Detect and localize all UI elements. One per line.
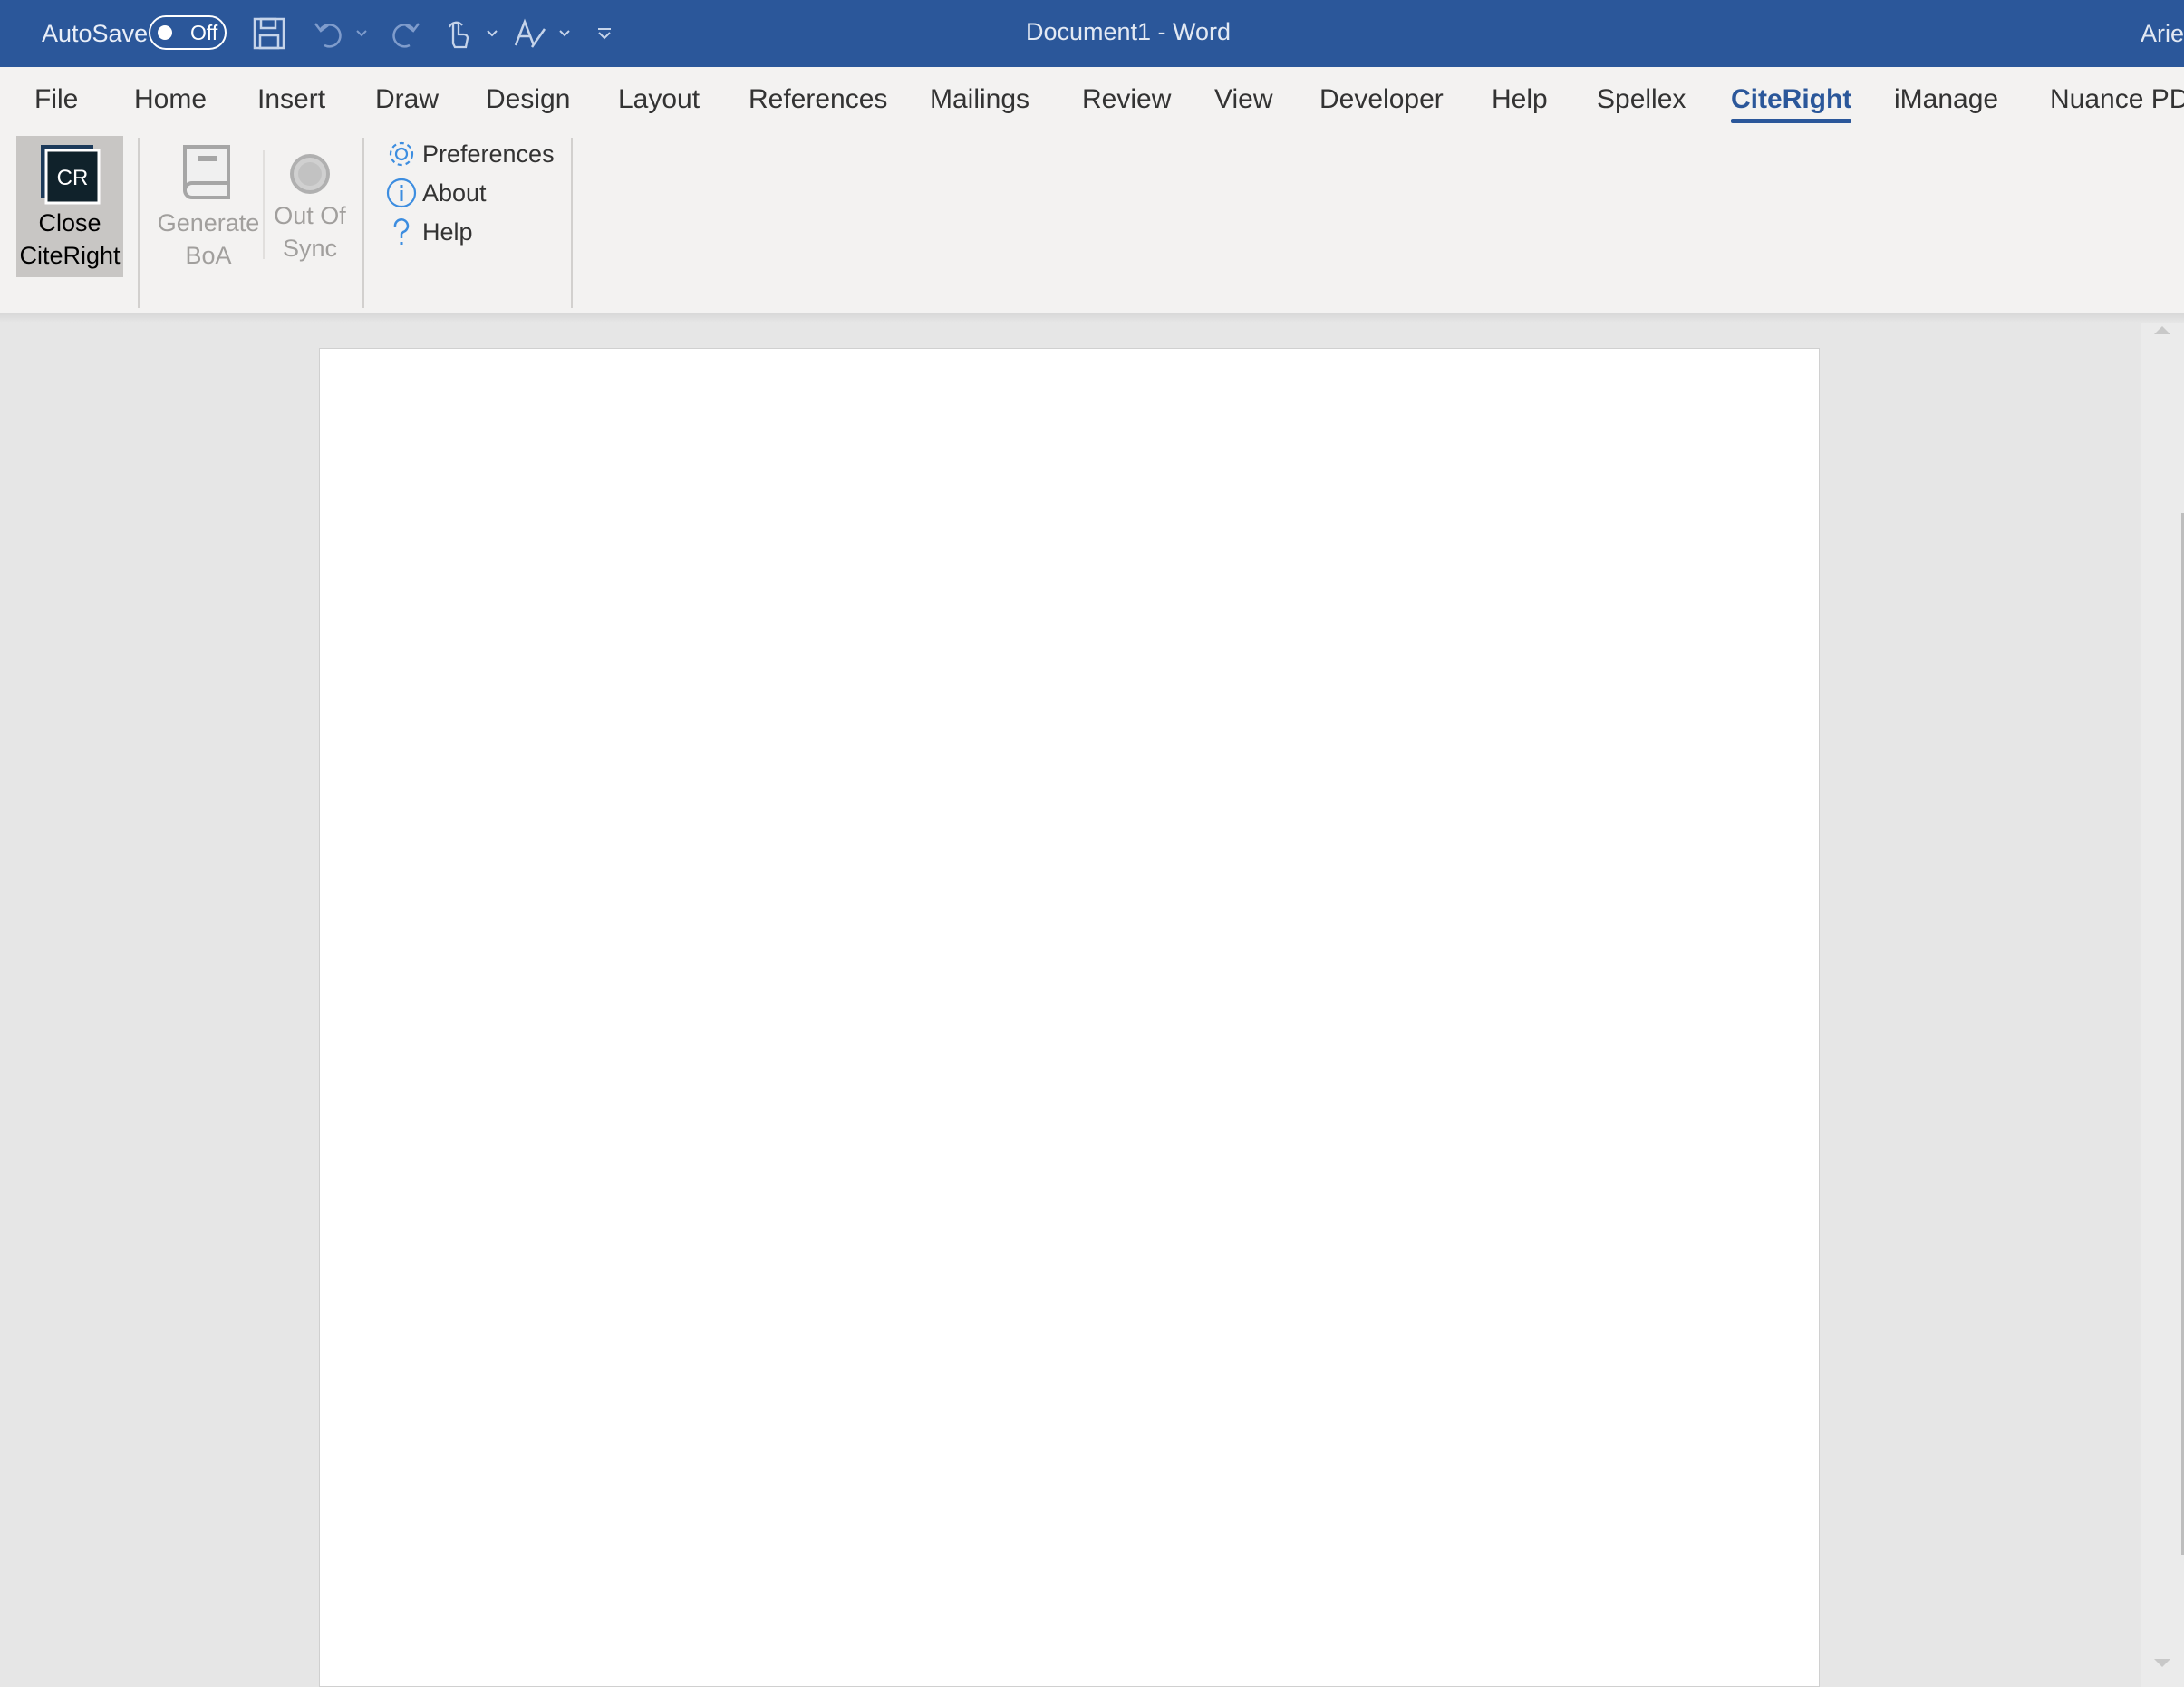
sync-status-icon bbox=[290, 154, 330, 194]
tab-review[interactable]: Review bbox=[1082, 67, 1171, 132]
question-mark-icon bbox=[384, 215, 419, 249]
out-of-sync-line2: Sync bbox=[282, 235, 338, 262]
ink-dropdown-icon[interactable] bbox=[556, 22, 573, 45]
autosave-label: AutoSave bbox=[42, 19, 149, 47]
tab-layout[interactable]: Layout bbox=[618, 67, 700, 132]
tab-insert[interactable]: Insert bbox=[257, 67, 325, 132]
generate-boa-line2: BoA bbox=[185, 242, 232, 269]
customize-icon[interactable] bbox=[596, 22, 613, 45]
tab-spellex[interactable]: Spellex bbox=[1597, 67, 1686, 132]
tab-design[interactable]: Design bbox=[486, 67, 570, 132]
ribbon-shadow bbox=[0, 313, 2184, 323]
autosave-state: Off bbox=[190, 20, 218, 44]
info-icon bbox=[384, 176, 419, 210]
tab-nuance-pdf[interactable]: Nuance PD bbox=[2050, 67, 2184, 132]
tab-view[interactable]: View bbox=[1214, 67, 1272, 132]
ink-editor-icon[interactable] bbox=[511, 14, 549, 53]
tab-imanage[interactable]: iManage bbox=[1894, 67, 1998, 132]
tab-mailings[interactable]: Mailings bbox=[930, 67, 1029, 132]
toggle-knob bbox=[158, 25, 172, 40]
about-label: About bbox=[422, 178, 487, 207]
document-page[interactable] bbox=[319, 348, 1820, 1687]
ribbon-separator bbox=[362, 138, 364, 308]
tab-references[interactable]: References bbox=[749, 67, 887, 132]
help-button[interactable]: Help bbox=[384, 214, 473, 250]
undo-dropdown-icon[interactable] bbox=[353, 22, 370, 45]
tab-citeright[interactable]: CiteRight bbox=[1731, 67, 1852, 132]
svg-text:CR: CR bbox=[57, 166, 89, 190]
tab-file[interactable]: File bbox=[34, 67, 78, 132]
out-of-sync-line1: Out Of bbox=[274, 202, 346, 229]
redo-icon[interactable] bbox=[386, 14, 424, 53]
close-citeright-line2: CiteRight bbox=[19, 242, 121, 269]
ribbon-tabs: File Home Insert Draw Design Layout Refe… bbox=[0, 67, 2184, 132]
document-title-text: Document1 - Word bbox=[1025, 17, 1232, 45]
autosave-toggle[interactable]: Off bbox=[149, 15, 227, 50]
tab-developer[interactable]: Developer bbox=[1319, 67, 1444, 132]
save-icon[interactable] bbox=[250, 14, 288, 53]
preferences-label: Preferences bbox=[422, 140, 555, 168]
undo-icon[interactable] bbox=[310, 14, 348, 53]
ribbon-separator bbox=[571, 138, 573, 308]
ribbon-panel: CR Close CiteRight Generate BoA Out Of S… bbox=[0, 132, 2184, 313]
ribbon-separator bbox=[138, 138, 140, 308]
help-label: Help bbox=[422, 217, 473, 246]
scroll-up-icon[interactable] bbox=[2154, 326, 2170, 334]
citeright-logo-icon: CR bbox=[41, 145, 101, 205]
book-icon bbox=[183, 145, 230, 199]
tab-home[interactable]: Home bbox=[134, 67, 207, 132]
gear-icon bbox=[384, 137, 419, 171]
generate-boa-button[interactable]: Generate BoA bbox=[152, 136, 265, 277]
vertical-scrollbar[interactable] bbox=[2141, 323, 2184, 1687]
generate-boa-line1: Generate bbox=[157, 209, 260, 236]
about-button[interactable]: About bbox=[384, 175, 487, 211]
out-of-sync-button[interactable]: Out Of Sync bbox=[265, 136, 355, 277]
touch-dropdown-icon[interactable] bbox=[484, 22, 500, 45]
preferences-button[interactable]: Preferences bbox=[384, 136, 555, 172]
user-name[interactable]: Arie bbox=[2141, 0, 2184, 67]
close-citeright-line1: Close bbox=[38, 209, 101, 236]
scroll-down-icon[interactable] bbox=[2154, 1659, 2170, 1667]
close-citeright-button[interactable]: CR Close CiteRight bbox=[16, 136, 123, 277]
touch-mode-icon[interactable] bbox=[439, 14, 477, 53]
tab-help[interactable]: Help bbox=[1492, 67, 1548, 132]
title-bar: AutoSave Off Document1 - Word Arie bbox=[0, 0, 2184, 67]
tab-draw[interactable]: Draw bbox=[375, 67, 439, 132]
